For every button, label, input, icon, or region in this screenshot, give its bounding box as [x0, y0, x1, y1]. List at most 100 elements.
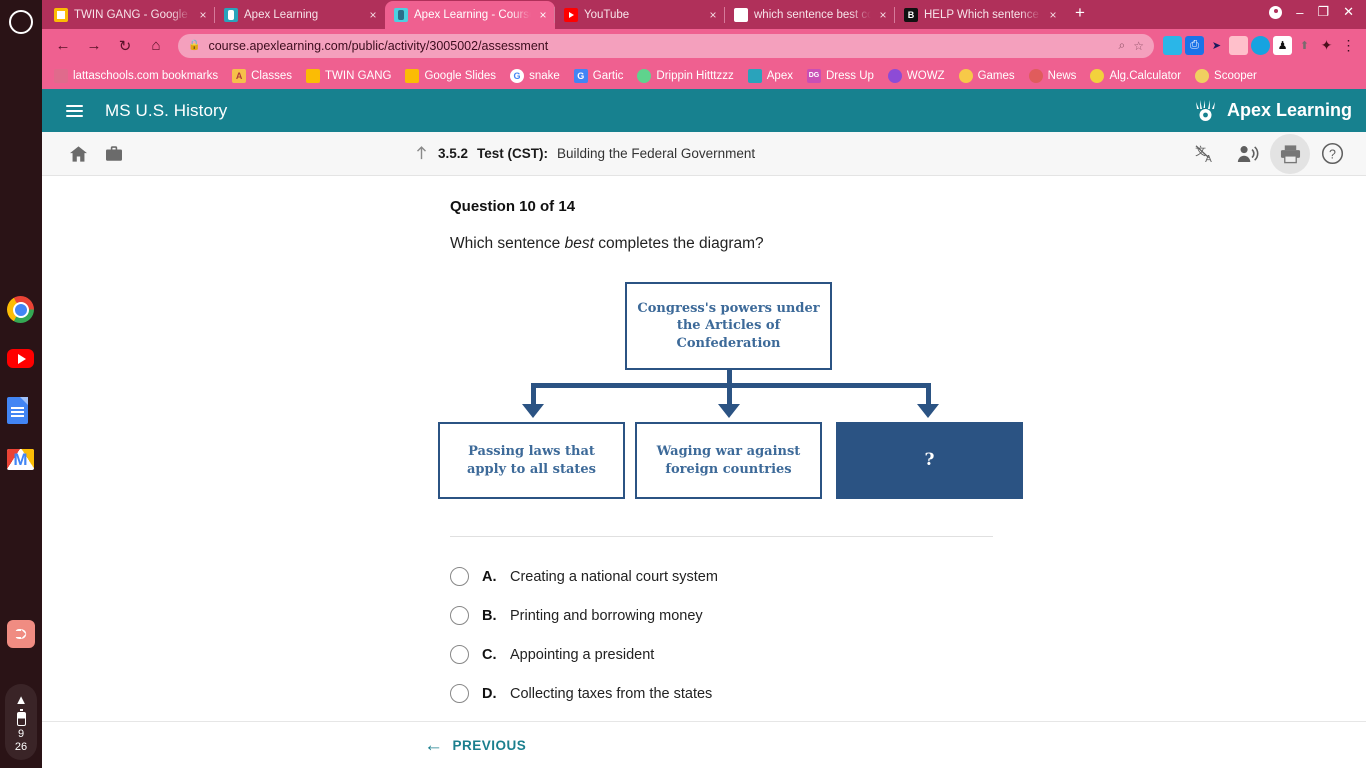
- calculator-icon: [1090, 68, 1105, 83]
- activity-subbar: 3.5.2 Test (CST): Building the Federal G…: [42, 132, 1366, 176]
- bookmark-item[interactable]: A Classes: [226, 67, 298, 85]
- folder-icon: [54, 68, 68, 83]
- bookmark-label: Google Slides: [424, 69, 497, 82]
- translate-icon[interactable]: 文 A: [1186, 134, 1226, 174]
- bookmark-item[interactable]: Games: [953, 67, 1021, 85]
- arrowhead-middle: [718, 404, 740, 418]
- pink-extension-icon[interactable]: [1229, 36, 1248, 55]
- back-button[interactable]: ←: [50, 33, 76, 59]
- previous-label: PREVIOUS: [452, 737, 527, 753]
- bookmarks-bar: lattaschools.com bookmarks A Classes TWI…: [42, 62, 1366, 89]
- browser-toolbar: ← → ↻ ⌂ 🔒 course.apexlearning.com/public…: [42, 29, 1366, 62]
- breadcrumb: 3.5.2 Test (CST): Building the Federal G…: [414, 144, 755, 164]
- answer-option-a[interactable]: A. Creating a national court system: [450, 557, 1366, 596]
- print-icon[interactable]: [1270, 133, 1310, 174]
- briefcase-icon[interactable]: [96, 136, 132, 172]
- shield-extension-icon[interactable]: [1251, 36, 1270, 55]
- close-window-button[interactable]: ✕: [1343, 4, 1354, 20]
- shelf-app-youtube[interactable]: [7, 349, 35, 377]
- home-button[interactable]: ⌂: [143, 33, 169, 59]
- diagram-root-box: Congress's powers under the Articles of …: [625, 282, 832, 370]
- gmail-icon: [7, 449, 34, 470]
- bookmark-item[interactable]: Drippin Hitttzzz: [631, 67, 739, 85]
- news-icon: [1028, 68, 1043, 83]
- bookmark-item[interactable]: G snake: [504, 67, 566, 85]
- avatar-extension-icon[interactable]: ♟: [1273, 36, 1292, 55]
- tab-close-icon[interactable]: ×: [197, 8, 209, 22]
- tab-close-icon[interactable]: ×: [707, 8, 719, 22]
- zoom-icon[interactable]: ⌕: [1119, 38, 1126, 53]
- browser-tab[interactable]: B HELP Which sentence bes ×: [894, 1, 1065, 29]
- question-prompt: Which sentence best completes the diagra…: [450, 235, 1366, 253]
- new-tab-button[interactable]: +: [1065, 4, 1095, 25]
- launcher-button[interactable]: [9, 10, 33, 34]
- tab-close-icon[interactable]: ×: [537, 8, 549, 22]
- help-icon[interactable]: ?: [1312, 134, 1352, 174]
- browser-window: TWIN GANG - Google Slide × Apex Learning…: [42, 0, 1366, 768]
- address-bar[interactable]: 🔒 course.apexlearning.com/public/activit…: [178, 33, 1154, 58]
- hamburger-icon[interactable]: [66, 104, 83, 117]
- chrome-menu-icon[interactable]: ⋮: [1339, 36, 1358, 55]
- activity-number: 3.5.2: [438, 146, 469, 161]
- browser-tab[interactable]: Apex Learning ×: [214, 1, 385, 29]
- answer-label-d: D.: [482, 685, 497, 702]
- minimize-button[interactable]: –: [1296, 5, 1303, 20]
- puzzle-extension-icon[interactable]: ✦: [1317, 36, 1336, 55]
- bookmark-item[interactable]: Alg.Calculator: [1084, 67, 1187, 85]
- answer-option-d[interactable]: D. Collecting taxes from the states: [450, 674, 1366, 713]
- browser-tab-active[interactable]: Apex Learning - Courses ×: [385, 1, 555, 29]
- browser-tab[interactable]: YouTube ×: [554, 1, 725, 29]
- bookmark-star-icon[interactable]: ☆: [1133, 39, 1144, 53]
- bookmark-item[interactable]: News: [1023, 67, 1083, 85]
- bookmark-item[interactable]: WOWZ: [882, 67, 951, 85]
- home-icon[interactable]: [60, 136, 96, 172]
- answers-divider: [450, 536, 993, 537]
- cursor-extension-icon[interactable]: ➤: [1207, 36, 1226, 55]
- tab-close-icon[interactable]: ×: [877, 8, 889, 22]
- previous-button[interactable]: ← PREVIOUS: [424, 736, 526, 755]
- question-block: Question 10 of 14 Which sentence best co…: [42, 176, 1366, 503]
- bookmark-item[interactable]: Google Slides: [399, 67, 502, 85]
- address-bar-url: course.apexlearning.com/public/activity/…: [208, 38, 549, 53]
- answer-options: A. Creating a national court system B. P…: [450, 557, 1366, 713]
- radio-a[interactable]: [450, 567, 469, 586]
- drippin-icon: [637, 68, 652, 83]
- go-up-icon[interactable]: [414, 144, 429, 164]
- answer-option-c[interactable]: C. Appointing a president: [450, 635, 1366, 674]
- radio-d[interactable]: [450, 684, 469, 703]
- read-aloud-icon[interactable]: [1228, 134, 1268, 174]
- radio-b[interactable]: [450, 606, 469, 625]
- extension-blue-icon[interactable]: [1163, 36, 1182, 55]
- system-tray[interactable]: ▲ 9 26: [5, 684, 37, 760]
- maximize-button[interactable]: ❐: [1317, 4, 1329, 20]
- shelf-app-gmail[interactable]: [7, 449, 35, 477]
- tab-close-icon[interactable]: ×: [1047, 8, 1059, 22]
- browser-tab[interactable]: G which sentence best comp ×: [724, 1, 895, 29]
- print-extension-icon[interactable]: ⎙: [1185, 36, 1204, 55]
- forward-button[interactable]: →: [81, 33, 107, 59]
- answer-option-b[interactable]: B. Printing and borrowing money: [450, 596, 1366, 635]
- tab-title: which sentence best comp: [754, 9, 871, 21]
- connector-drop-middle: [727, 383, 732, 406]
- diagram-child-box-3-unknown: ?: [836, 422, 1023, 499]
- bookmark-item[interactable]: Apex: [742, 67, 799, 85]
- arrowhead-left: [522, 404, 544, 418]
- apex-logo-mark: [1194, 99, 1220, 122]
- bookmark-item[interactable]: TWIN GANG: [300, 67, 397, 85]
- shelf-app-docs[interactable]: [7, 397, 35, 425]
- bookmark-item[interactable]: Scooper: [1189, 67, 1263, 85]
- upload-extension-icon[interactable]: ⬆: [1295, 36, 1314, 55]
- profile-pin-icon[interactable]: [1269, 5, 1283, 19]
- shelf-app-chrome[interactable]: [7, 296, 35, 324]
- bookmark-item[interactable]: DG Dress Up: [801, 67, 880, 85]
- radio-c[interactable]: [450, 645, 469, 664]
- tab-close-icon[interactable]: ×: [367, 8, 379, 22]
- shelf-app-signin[interactable]: ⮊: [7, 620, 35, 648]
- bookmark-item[interactable]: G Gartic: [568, 67, 630, 85]
- bookmark-label: Drippin Hitttzzz: [656, 69, 734, 82]
- reload-button[interactable]: ↻: [112, 33, 138, 59]
- browser-tab[interactable]: TWIN GANG - Google Slide ×: [45, 1, 215, 29]
- activity-kind: Test (CST):: [477, 146, 549, 161]
- google-slides-icon: [405, 68, 420, 83]
- bookmark-item[interactable]: lattaschools.com bookmarks: [48, 67, 224, 85]
